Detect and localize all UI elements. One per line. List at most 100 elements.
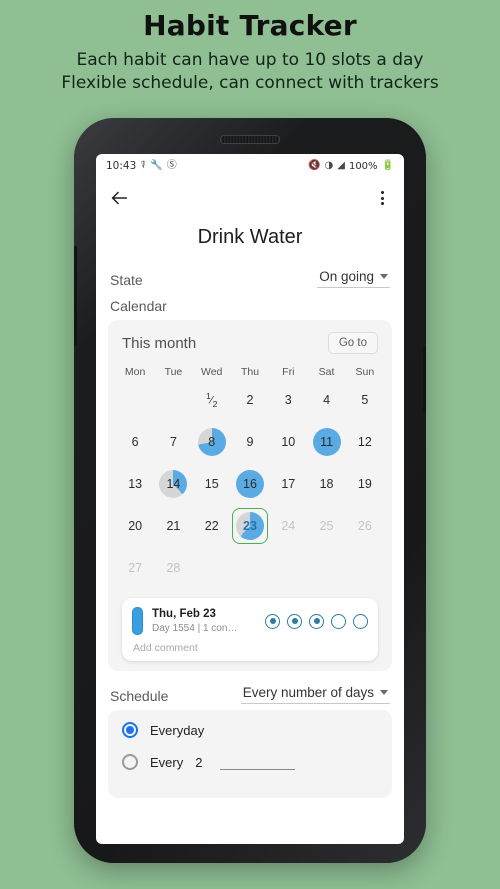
day-box[interactable]: 28 bbox=[156, 551, 190, 585]
day-number: 17 bbox=[281, 477, 296, 491]
calendar-day-cell[interactable]: 27 bbox=[116, 548, 154, 588]
calendar-day-cell[interactable]: 28 bbox=[154, 548, 192, 588]
schedule-option-every-n-days[interactable]: Every 2 bbox=[122, 754, 378, 770]
calendar-day-cell[interactable]: 24 bbox=[269, 506, 307, 546]
state-dropdown[interactable]: On going bbox=[317, 269, 390, 288]
calendar-day-cell[interactable]: 1⁄2 bbox=[193, 380, 231, 420]
mute-icon: 🔇 bbox=[308, 160, 321, 171]
day-box[interactable]: 2 bbox=[233, 383, 267, 417]
calendar-day-cell[interactable]: 12 bbox=[346, 422, 384, 462]
day-box[interactable]: 13 bbox=[118, 467, 152, 501]
day-box[interactable]: 7 bbox=[156, 425, 190, 459]
battery-percent: 100% bbox=[348, 160, 378, 172]
day-box[interactable]: 8 bbox=[195, 425, 229, 459]
back-icon[interactable] bbox=[108, 187, 130, 209]
state-label: State bbox=[110, 272, 143, 288]
day-box[interactable]: 6 bbox=[118, 425, 152, 459]
calendar-day-cell[interactable]: 17 bbox=[269, 464, 307, 504]
radio-every-n-days[interactable] bbox=[122, 754, 138, 770]
calendar-day-cell[interactable]: 3 bbox=[269, 380, 307, 420]
day-box[interactable]: 27 bbox=[118, 551, 152, 585]
weekday-tue: Tue bbox=[164, 366, 183, 378]
do-not-disturb-icon: Ⓢ bbox=[166, 160, 177, 171]
calendar-day-cell[interactable]: 21 bbox=[154, 506, 192, 546]
day-number: 10 bbox=[281, 435, 296, 449]
radio-everyday[interactable] bbox=[122, 722, 138, 738]
day-box[interactable]: 16 bbox=[233, 467, 267, 501]
phone-power-button[interactable] bbox=[423, 346, 426, 412]
day-box[interactable]: 14 bbox=[156, 467, 190, 501]
day-box[interactable]: 12 bbox=[348, 425, 382, 459]
day-box[interactable]: 17 bbox=[271, 467, 305, 501]
day-box[interactable]: 1⁄2 bbox=[195, 383, 229, 417]
chevron-down-icon bbox=[380, 690, 388, 695]
calendar-day-cell[interactable]: 4 bbox=[307, 380, 345, 420]
calendar-day-cell[interactable]: 2 bbox=[231, 380, 269, 420]
day-number: 4 bbox=[323, 393, 331, 407]
day-number: 18 bbox=[319, 477, 334, 491]
day-number: 14 bbox=[166, 477, 181, 491]
calendar-day-grid: 1⁄2 2 3 4 5 6 7 8 9 10 11 12 13 14 15 16 17 18 19 20 21 22 23 2… bbox=[116, 380, 384, 588]
wrench-icon: 🔧 bbox=[150, 160, 163, 171]
calendar-day-cell[interactable]: 26 bbox=[346, 506, 384, 546]
day-detail-texts: Thu, Feb 23 Day 1554 | 1 con… bbox=[152, 607, 237, 634]
calendar-day-cell[interactable]: 22 bbox=[193, 506, 231, 546]
calendar-day-cell[interactable]: 7 bbox=[154, 422, 192, 462]
schedule-option-everyday[interactable]: Everyday bbox=[122, 722, 378, 738]
day-box[interactable]: 20 bbox=[118, 509, 152, 543]
calendar-day-cell[interactable]: 5 bbox=[346, 380, 384, 420]
calendar-day-cell[interactable]: 25 bbox=[307, 506, 345, 546]
slot-filled[interactable] bbox=[265, 613, 280, 629]
phone-volume-button[interactable] bbox=[74, 246, 77, 346]
calendar-day-cell[interactable]: 23 bbox=[231, 506, 269, 546]
day-number: 5 bbox=[361, 393, 369, 407]
calendar-day-cell[interactable]: 14 bbox=[154, 464, 192, 504]
calendar-day-cell[interactable]: 19 bbox=[346, 464, 384, 504]
day-box[interactable]: 10 bbox=[271, 425, 305, 459]
day-box[interactable]: 5 bbox=[348, 383, 382, 417]
day-box[interactable]: 22 bbox=[195, 509, 229, 543]
slot-empty[interactable] bbox=[353, 613, 368, 629]
calendar-day-cell[interactable]: 20 bbox=[116, 506, 154, 546]
calendar-cell-empty bbox=[346, 548, 384, 588]
schedule-mode-dropdown[interactable]: Every number of days bbox=[240, 685, 390, 704]
slot-filled[interactable] bbox=[287, 613, 302, 629]
calendar-day-cell[interactable]: 10 bbox=[269, 422, 307, 462]
day-number: 11 bbox=[320, 435, 334, 449]
day-box[interactable]: 3 bbox=[271, 383, 305, 417]
day-box[interactable]: 26 bbox=[348, 509, 382, 543]
calendar-day-cell[interactable]: 18 bbox=[307, 464, 345, 504]
day-number: 15 bbox=[204, 477, 219, 491]
day-box[interactable]: 25 bbox=[310, 509, 344, 543]
day-number: 25 bbox=[319, 519, 334, 533]
day-box[interactable]: 4 bbox=[310, 383, 344, 417]
calendar-day-cell[interactable]: 11 bbox=[307, 422, 345, 462]
phone-speaker-grille bbox=[220, 135, 280, 144]
calendar-day-cell[interactable]: 9 bbox=[231, 422, 269, 462]
calendar-day-cell[interactable]: 13 bbox=[116, 464, 154, 504]
calendar-day-cell[interactable]: 16 bbox=[231, 464, 269, 504]
day-box[interactable]: 19 bbox=[348, 467, 382, 501]
day-box[interactable]: 24 bbox=[271, 509, 305, 543]
calendar-day-cell[interactable]: 8 bbox=[193, 422, 231, 462]
weekday-header: Mon Tue Wed Thu Fri Sat Sun bbox=[116, 366, 384, 378]
screenshot-icon: ⍒ bbox=[140, 160, 147, 171]
slot-filled[interactable] bbox=[309, 613, 324, 629]
day-box[interactable]: 18 bbox=[310, 467, 344, 501]
schedule-interval-field[interactable] bbox=[220, 755, 296, 770]
calendar-day-cell[interactable]: 6 bbox=[116, 422, 154, 462]
day-box[interactable]: 15 bbox=[195, 467, 229, 501]
calendar-cell-empty bbox=[231, 548, 269, 588]
day-box[interactable]: 23 bbox=[231, 508, 268, 544]
slot-empty[interactable] bbox=[331, 613, 346, 629]
overflow-menu-icon[interactable] bbox=[372, 188, 392, 208]
calendar-day-cell[interactable]: 15 bbox=[193, 464, 231, 504]
goto-button[interactable]: Go to bbox=[327, 332, 378, 354]
calendar-cell-empty bbox=[193, 548, 231, 588]
day-box[interactable]: 11 bbox=[310, 425, 344, 459]
day-number: 9 bbox=[246, 435, 254, 449]
promo-header: Habit Tracker Each habit can have up to … bbox=[0, 0, 500, 95]
day-box[interactable]: 9 bbox=[233, 425, 267, 459]
add-comment-input[interactable]: Add comment bbox=[132, 642, 368, 654]
day-box[interactable]: 21 bbox=[156, 509, 190, 543]
